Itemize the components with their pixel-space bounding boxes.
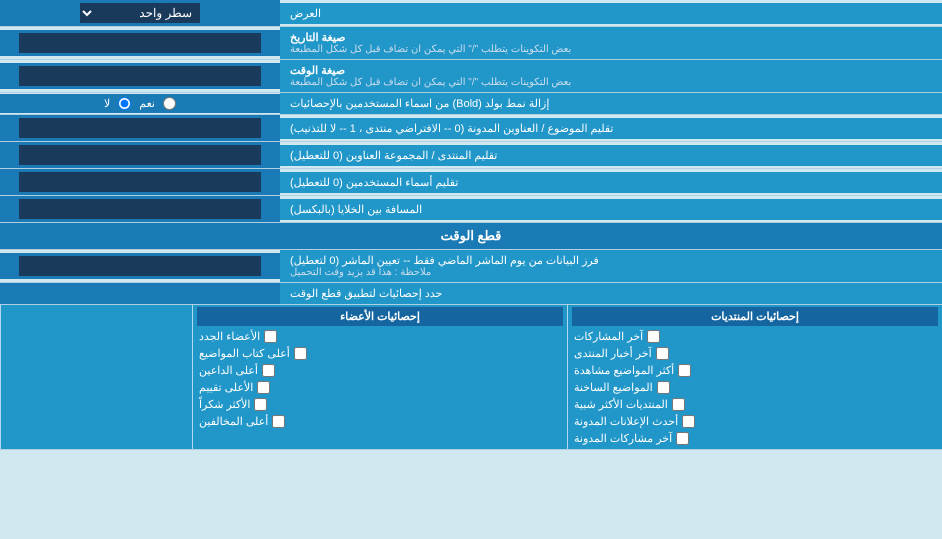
check-item-top-writers: أعلى كتاب المواضيع — [197, 345, 563, 362]
checkboxes-col1: إحصائيات المنتديات آخر المشاركات آخر أخب… — [567, 305, 942, 449]
bold-no-radio[interactable] — [118, 97, 131, 110]
usernames-trim-input[interactable]: 0 — [19, 172, 260, 192]
date-format-input-wrapper: d-m — [0, 30, 280, 56]
topics-order-input[interactable]: 33 — [19, 118, 260, 138]
check-top-writers[interactable] — [294, 347, 307, 360]
row-select[interactable]: سطر واحد سطرين ثلاثة أسطر — [80, 3, 200, 23]
cutoff-section-header: قطع الوقت — [0, 223, 942, 249]
check-top-rated[interactable] — [257, 381, 270, 394]
check-label-similar: المنتديات الأكثر شبية — [574, 398, 668, 411]
cutoff-days-input-wrapper: 0 — [0, 253, 280, 279]
usernames-trim-input-wrapper: 0 — [0, 169, 280, 195]
check-label-new-members: الأعضاء الجدد — [199, 330, 260, 343]
check-item-posts: آخر المشاركات — [572, 328, 938, 345]
checkboxes-col2: إحصائيات الأعضاء الأعضاء الجدد أعلى كتاب… — [192, 305, 567, 449]
check-label-posts: آخر المشاركات — [574, 330, 643, 343]
topics-order-input-wrapper: 33 — [0, 115, 280, 141]
bold-remove-options: نعم لا — [0, 94, 280, 113]
check-item-most-thanked: الأكثر شكراً — [197, 396, 563, 413]
check-new-members[interactable] — [264, 330, 277, 343]
forum-order-label: تقليم المنتدى / المجموعة العناوين (0 للت… — [280, 145, 942, 166]
check-announcements[interactable] — [682, 415, 695, 428]
time-format-input-wrapper: H:i — [0, 63, 280, 89]
checkboxes-col1-title: إحصائيات المنتديات — [572, 307, 938, 326]
forum-order-row: تقليم المنتدى / المجموعة العناوين (0 للت… — [0, 142, 942, 169]
stats-apply-space — [0, 283, 280, 304]
check-label-top-inviters: أعلى الداعين — [199, 364, 258, 377]
cell-gap-label: المسافة بين الخلايا (بالبكسل) — [280, 199, 942, 220]
checkboxes-col3 — [0, 305, 192, 449]
check-viewed[interactable] — [678, 364, 691, 377]
usernames-trim-label: تقليم أسماء المستخدمين (0 للتعطيل) — [280, 172, 942, 193]
check-label-announcements: أحدث الإعلانات المدونة — [574, 415, 678, 428]
check-item-announcements: أحدث الإعلانات المدونة — [572, 413, 938, 430]
cutoff-days-row: فرز البيانات من يوم الماشر الماضي فقط --… — [0, 250, 942, 283]
cell-gap-input-wrapper: 2 — [0, 196, 280, 222]
check-blog[interactable] — [676, 432, 689, 445]
cell-gap-input[interactable]: 2 — [19, 199, 260, 219]
date-format-input[interactable]: d-m — [19, 33, 260, 53]
check-most-thanked[interactable] — [254, 398, 267, 411]
topics-order-label: تقليم الموضوع / العناوين المدونة (0 -- ا… — [280, 118, 942, 139]
check-news[interactable] — [656, 347, 669, 360]
check-label-top-writers: أعلى كتاب المواضيع — [199, 347, 290, 360]
check-similar[interactable] — [672, 398, 685, 411]
check-item-viewed: أكثر المواضيع مشاهدة — [572, 362, 938, 379]
check-label-blog: آخر مشاركات المدونة — [574, 432, 672, 445]
stats-apply-label: حدد إحصائيات لتطبيق قطع الوقت — [280, 283, 942, 304]
check-item-blog: آخر مشاركات المدونة — [572, 430, 938, 447]
check-label-most-thanked: الأكثر شكراً — [199, 398, 250, 411]
display-label: العرض — [280, 3, 942, 24]
check-hot[interactable] — [657, 381, 670, 394]
bold-yes-radio[interactable] — [163, 97, 176, 110]
usernames-trim-row: تقليم أسماء المستخدمين (0 للتعطيل) 0 — [0, 169, 942, 196]
cutoff-section-header-row: قطع الوقت — [0, 223, 942, 250]
check-item-news: آخر أخبار المنتدى — [572, 345, 938, 362]
check-top-violators[interactable] — [272, 415, 285, 428]
cell-gap-row: المسافة بين الخلايا (بالبكسل) 2 — [0, 196, 942, 223]
time-format-label: صيغة الوقت بعض التكوينات يتطلب "/" التي … — [280, 60, 942, 92]
stats-apply-row: حدد إحصائيات لتطبيق قطع الوقت — [0, 283, 942, 305]
check-label-hot: المواضيع الساخنة — [574, 381, 653, 394]
bold-no-label: لا — [104, 97, 110, 110]
display-row: العرض سطر واحد سطرين ثلاثة أسطر — [0, 0, 942, 27]
cutoff-days-input[interactable]: 0 — [19, 256, 260, 276]
date-format-row: صيغة التاريخ بعض التكوينات يتطلب "/" الت… — [0, 27, 942, 60]
check-label-top-violators: أعلى المخالفين — [199, 415, 268, 428]
row-select-wrapper: سطر واحد سطرين ثلاثة أسطر — [0, 0, 280, 26]
bold-remove-row: إزالة نمط بولد (Bold) من اسماء المستخدمي… — [0, 93, 942, 115]
bold-yes-label: نعم — [139, 97, 155, 110]
time-format-input[interactable]: H:i — [19, 66, 260, 86]
topics-order-row: تقليم الموضوع / العناوين المدونة (0 -- ا… — [0, 115, 942, 142]
check-item-similar: المنتديات الأكثر شبية — [572, 396, 938, 413]
check-posts[interactable] — [647, 330, 660, 343]
checkboxes-area: إحصائيات المنتديات آخر المشاركات آخر أخب… — [0, 305, 942, 450]
check-label-news: آخر أخبار المنتدى — [574, 347, 652, 360]
check-item-top-rated: الأعلى تقييم — [197, 379, 563, 396]
forum-order-input[interactable]: 33 — [19, 145, 260, 165]
date-format-label: صيغة التاريخ بعض التكوينات يتطلب "/" الت… — [280, 27, 942, 59]
check-top-inviters[interactable] — [262, 364, 275, 377]
bold-remove-label: إزالة نمط بولد (Bold) من اسماء المستخدمي… — [280, 93, 942, 114]
cutoff-days-label: فرز البيانات من يوم الماشر الماضي فقط --… — [280, 250, 942, 282]
check-item-top-inviters: أعلى الداعين — [197, 362, 563, 379]
check-item-new-members: الأعضاء الجدد — [197, 328, 563, 345]
check-item-hot: المواضيع الساخنة — [572, 379, 938, 396]
time-format-row: صيغة الوقت بعض التكوينات يتطلب "/" التي … — [0, 60, 942, 93]
check-label-viewed: أكثر المواضيع مشاهدة — [574, 364, 674, 377]
forum-order-input-wrapper: 33 — [0, 142, 280, 168]
checkboxes-col2-title: إحصائيات الأعضاء — [197, 307, 563, 326]
check-label-top-rated: الأعلى تقييم — [199, 381, 253, 394]
check-item-top-violators: أعلى المخالفين — [197, 413, 563, 430]
